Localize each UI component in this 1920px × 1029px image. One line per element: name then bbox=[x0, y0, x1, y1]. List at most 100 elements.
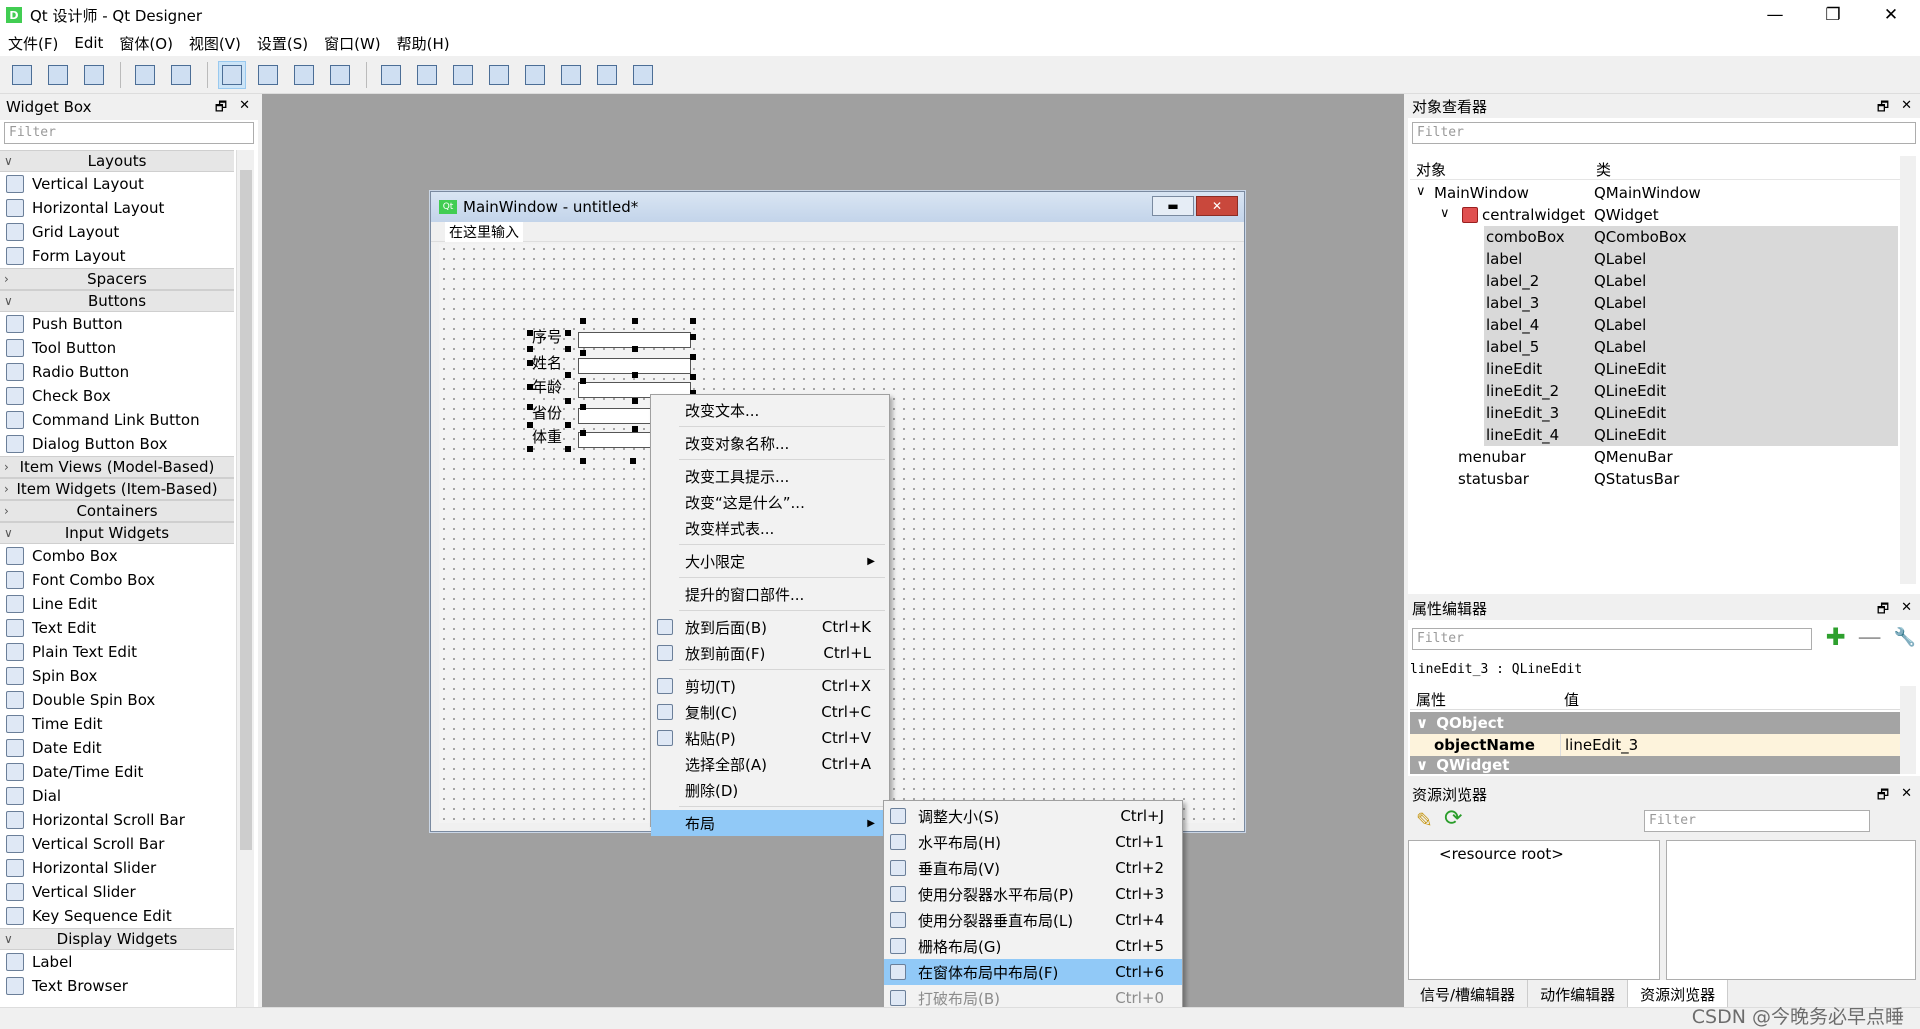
object-row-label_3[interactable]: label_3 QLabel bbox=[1484, 292, 1898, 314]
selection-handle[interactable] bbox=[527, 446, 533, 452]
menu-item-2[interactable]: 窗体(O) bbox=[119, 33, 173, 54]
new-form-button[interactable] bbox=[8, 61, 36, 89]
selection-handle[interactable] bbox=[632, 372, 638, 378]
selection-handle[interactable] bbox=[690, 354, 696, 360]
widget-item-label[interactable]: Label bbox=[0, 950, 234, 974]
selection-handle[interactable] bbox=[527, 384, 533, 390]
widget-item-text-browser[interactable]: Text Browser bbox=[0, 974, 234, 998]
widget-item-key-sequence-edit[interactable]: Key Sequence Edit bbox=[0, 904, 234, 928]
widget-item-horizontal-scroll-bar[interactable]: Horizontal Scroll Bar bbox=[0, 808, 234, 832]
menu-item-6[interactable]: 在窗体布局中布局(F) Ctrl+6 bbox=[884, 959, 1182, 985]
widget-box-filter[interactable]: Filter bbox=[4, 122, 254, 144]
widget-item-vertical-slider[interactable]: Vertical Slider bbox=[0, 880, 234, 904]
widget-item-double-spin-box[interactable]: Double Spin Box bbox=[0, 688, 234, 712]
selection-handle[interactable] bbox=[580, 458, 586, 464]
selection-handle[interactable] bbox=[565, 346, 571, 352]
menu-item-15[interactable]: 剪切(T) Ctrl+X bbox=[651, 673, 889, 699]
chevron-down-icon[interactable]: ∨ bbox=[4, 526, 13, 540]
menu-item-5[interactable]: 改变“这是什么”... bbox=[651, 489, 889, 515]
form-label-4[interactable]: 省份 bbox=[532, 402, 562, 423]
object-row-label_4[interactable]: label_4 QLabel bbox=[1484, 314, 1898, 336]
menu-item-4[interactable]: 使用分裂器垂直布局(L) Ctrl+4 bbox=[884, 907, 1182, 933]
float-icon[interactable]: 🗗 bbox=[215, 98, 227, 120]
object-row-MainWindow[interactable]: MainWindow QMainWindow bbox=[1410, 182, 1898, 204]
object-row-lineEdit[interactable]: lineEdit QLineEdit bbox=[1484, 358, 1898, 380]
menu-item-1[interactable]: Edit bbox=[74, 34, 103, 52]
value-column-header[interactable]: 值 bbox=[1564, 689, 1579, 710]
widget-item-date-edit[interactable]: Date Edit bbox=[0, 736, 234, 760]
widget-item-push-button[interactable]: Push Button bbox=[0, 312, 234, 336]
float-icon[interactable]: 🗗 bbox=[1877, 786, 1889, 808]
menu-item-8[interactable]: 大小限定 ▶ bbox=[651, 548, 889, 574]
form-label-1[interactable]: 序号 bbox=[532, 326, 562, 347]
widget-item-radio-button[interactable]: Radio Button bbox=[0, 360, 234, 384]
object-row-lineEdit_4[interactable]: lineEdit_4 QLineEdit bbox=[1484, 424, 1898, 446]
resource-list[interactable] bbox=[1666, 840, 1916, 980]
object-row-lineEdit_2[interactable]: lineEdit_2 QLineEdit bbox=[1484, 380, 1898, 402]
widget-item-command-link-button[interactable]: Command Link Button bbox=[0, 408, 234, 432]
object-column-header[interactable]: 对象 bbox=[1416, 159, 1446, 180]
edit-resources-icon[interactable]: ✎ bbox=[1416, 808, 1433, 832]
category-display-widgets[interactable]: ∨ Display Widgets bbox=[0, 928, 234, 950]
widget-item-combo-box[interactable]: Combo Box bbox=[0, 544, 234, 568]
menu-item-0[interactable]: 文件(F) bbox=[8, 33, 58, 54]
selection-handle[interactable] bbox=[690, 318, 696, 324]
selection-handle[interactable] bbox=[580, 378, 586, 384]
selection-handle[interactable] bbox=[527, 330, 533, 336]
resource-filter[interactable]: Filter bbox=[1644, 810, 1870, 832]
float-icon[interactable]: 🗗 bbox=[1877, 600, 1889, 622]
scroll-thumb[interactable] bbox=[240, 170, 252, 850]
chevron-right-icon[interactable]: › bbox=[4, 482, 9, 496]
menu-item-3[interactable]: 视图(V) bbox=[189, 33, 241, 54]
menu-item-0[interactable]: 改变文本... bbox=[651, 397, 889, 423]
widget-item-grid-layout[interactable]: Grid Layout bbox=[0, 220, 234, 244]
restore-button[interactable]: ❐ bbox=[1804, 0, 1862, 30]
open-form-button[interactable] bbox=[44, 61, 72, 89]
menu-item-17[interactable]: 粘贴(P) Ctrl+V bbox=[651, 725, 889, 751]
category-spacers[interactable]: › Spacers bbox=[0, 268, 234, 290]
menu-item-5[interactable]: 栅格布局(G) Ctrl+5 bbox=[884, 933, 1182, 959]
menu-item-5[interactable]: 窗口(W) bbox=[324, 33, 381, 54]
menu-item-2[interactable]: 改变对象名称... bbox=[651, 430, 889, 456]
layout-grid-button[interactable] bbox=[521, 61, 549, 89]
selection-handle[interactable] bbox=[580, 318, 586, 324]
expand-arrow-icon[interactable]: ∨ bbox=[1440, 206, 1450, 221]
widget-item-tool-button[interactable]: Tool Button bbox=[0, 336, 234, 360]
selection-handle[interactable] bbox=[690, 334, 696, 340]
widget-item-horizontal-slider[interactable]: Horizontal Slider bbox=[0, 856, 234, 880]
menu-item-10[interactable]: 提升的窗口部件... bbox=[651, 581, 889, 607]
property-scrollbar[interactable] bbox=[1900, 686, 1916, 774]
widget-item-font-combo-box[interactable]: Font Combo Box bbox=[0, 568, 234, 592]
remove-property-icon[interactable]: — bbox=[1858, 625, 1882, 649]
form-label-5[interactable]: 体重 bbox=[532, 426, 562, 447]
object-row-statusbar[interactable]: statusbar QStatusBar bbox=[1410, 468, 1898, 490]
menu-item-2[interactable]: 垂直布局(V) Ctrl+2 bbox=[884, 855, 1182, 881]
close-icon[interactable]: ✕ bbox=[1901, 600, 1912, 622]
edit-signals-button[interactable] bbox=[254, 61, 282, 89]
object-row-comboBox[interactable]: comboBox QComboBox bbox=[1484, 226, 1898, 248]
tab-signal-slot-editor[interactable]: 信号/槽编辑器 bbox=[1408, 980, 1529, 1007]
property-column-header[interactable]: 属性 bbox=[1416, 689, 1446, 710]
chevron-right-icon[interactable]: › bbox=[4, 504, 9, 518]
close-icon[interactable]: ✕ bbox=[1901, 98, 1912, 120]
category-input-widgets[interactable]: ∨ Input Widgets bbox=[0, 522, 234, 544]
object-scrollbar[interactable] bbox=[1900, 156, 1916, 584]
widget-item-spin-box[interactable]: Spin Box bbox=[0, 664, 234, 688]
selection-handle[interactable] bbox=[565, 446, 571, 452]
menu-item-21[interactable]: 布局 ▶ bbox=[651, 810, 889, 836]
widget-item-form-layout[interactable]: Form Layout bbox=[0, 244, 234, 268]
menu-item-3[interactable]: 使用分裂器水平布局(P) Ctrl+3 bbox=[884, 881, 1182, 907]
layout-form-button[interactable] bbox=[557, 61, 585, 89]
widget-item-date-time-edit[interactable]: Date/Time Edit bbox=[0, 760, 234, 784]
form-close-button[interactable]: ✕ bbox=[1196, 196, 1238, 216]
menu-placeholder[interactable]: 在这里输入 bbox=[445, 221, 523, 242]
objectname-row[interactable]: objectName lineEdit_3 bbox=[1410, 734, 1900, 756]
layout-horizontal-button[interactable] bbox=[377, 61, 405, 89]
menu-item-0[interactable]: 调整大小(S) Ctrl+J bbox=[884, 803, 1182, 829]
reload-icon[interactable]: ⟳ bbox=[1444, 806, 1462, 831]
wrench-icon[interactable]: 🔧 bbox=[1894, 627, 1916, 648]
category-buttons[interactable]: ∨ Buttons bbox=[0, 290, 234, 312]
edit-buddies-button[interactable] bbox=[290, 61, 318, 89]
object-filter[interactable]: Filter bbox=[1412, 122, 1916, 144]
selection-handle[interactable] bbox=[580, 430, 586, 436]
